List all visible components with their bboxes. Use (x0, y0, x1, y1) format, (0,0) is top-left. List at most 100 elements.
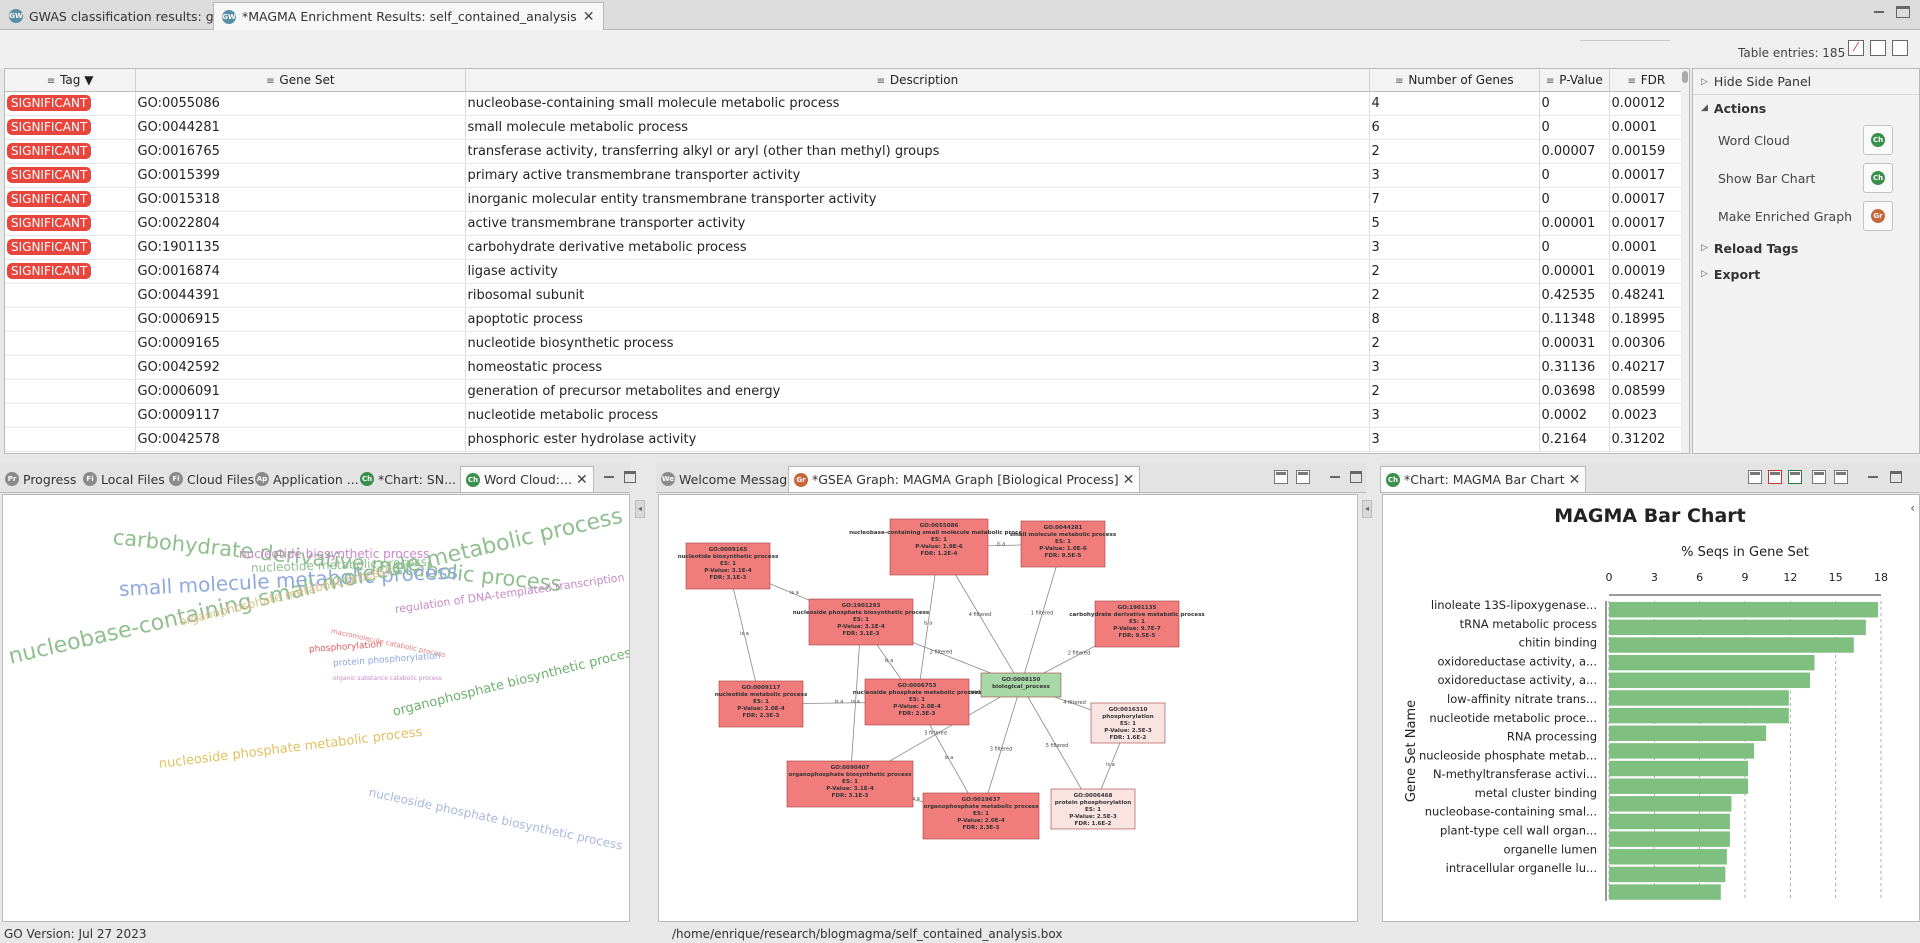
minimize-icon[interactable] (1866, 471, 1880, 483)
tab-application[interactable]: Ap Application ... (250, 466, 364, 492)
number-of-genes-cell: 2 (1369, 283, 1540, 308)
tab-word-cloud[interactable]: Ch Word Cloud:... ✕ (460, 466, 594, 492)
gene-set-cell: GO:1901135 (135, 235, 466, 260)
table-row[interactable]: SIGNIFICANT GO:0016874 ligase activity 2 0.0… (5, 259, 1684, 284)
table-row[interactable]: GO:0044391 ribosomal subunit 2 0.42535 0.482… (5, 283, 1684, 308)
table-row[interactable]: GO:0006915 apoptotic process 8 0.11348 0.189… (5, 307, 1684, 332)
table-row[interactable]: SIGNIFICANT GO:0022804 active transmembran… (5, 211, 1684, 236)
chart-icon: Ch (1386, 472, 1400, 487)
tag-cell: SIGNIFICANT (5, 259, 136, 284)
minimize-icon[interactable] (1328, 471, 1342, 483)
column-header-fdr[interactable]: ≡ FDR (1609, 69, 1684, 92)
minimize-icon[interactable] (1872, 6, 1886, 18)
table-row[interactable]: SIGNIFICANT GO:0016765 transferase activit… (5, 139, 1684, 164)
make-enriched-graph-action[interactable]: Make Enriched Graph Gr (1693, 197, 1919, 235)
export-pdf-red-icon[interactable] (1768, 470, 1782, 484)
close-icon[interactable]: ✕ (583, 9, 595, 25)
export-pdf-icon[interactable] (1748, 470, 1762, 484)
y-tick-label: metal cluster binding (1475, 786, 1597, 800)
collapse-chevron-icon[interactable]: ‹ (1910, 501, 1915, 515)
table-row[interactable]: SIGNIFICANT GO:0015318 inorganic molecular… (5, 187, 1684, 212)
table-row[interactable]: SIGNIFICANT GO:0055086 nucleobase-containi… (5, 91, 1684, 116)
hide-side-panel-toggle[interactable]: ▷ Hide Side Panel (1693, 69, 1919, 95)
save-as-icon[interactable] (1834, 470, 1848, 484)
column-header-gene-set[interactable]: ≡ Gene Set (135, 69, 466, 92)
status-badge: SIGNIFICANT (7, 118, 92, 135)
graph-edge-label: 4 filtered (969, 612, 992, 618)
graph-node[interactable]: GO:1901135carbohydrate derivative metabo… (1069, 600, 1205, 648)
tab-welcome-message[interactable]: We Welcome Message (656, 466, 800, 492)
bar (1609, 654, 1815, 671)
graph-node[interactable]: GO:0044281small molecule metabolic proce… (1010, 520, 1117, 568)
tab-chart-sn[interactable]: Ch *Chart: SN... (355, 466, 461, 492)
word-cloud-action[interactable]: Word Cloud Ch (1693, 121, 1919, 159)
minimize-icon[interactable] (602, 471, 616, 483)
number-of-genes-cell: 5 (1369, 211, 1540, 236)
export-excel-icon[interactable] (1788, 470, 1802, 484)
maximize-icon[interactable] (1350, 471, 1362, 483)
graph-node[interactable]: GO:0090407organophosphate biosynthetic p… (786, 760, 914, 808)
close-icon[interactable]: ✕ (1123, 472, 1135, 488)
table-row[interactable]: SIGNIFICANT GO:1901135 carbohydrate deriva… (5, 235, 1684, 260)
close-icon[interactable]: ✕ (576, 472, 588, 488)
maximize-icon[interactable] (1896, 6, 1910, 18)
show-bar-chart-action[interactable]: Show Bar Chart Ch (1693, 159, 1919, 197)
tab-cloud-files[interactable]: Fi Cloud Files (164, 466, 259, 492)
tab-magma-bar-chart[interactable]: Ch *Chart: MAGMA Bar Chart ✕ (1380, 466, 1587, 492)
tab-gwas-results[interactable]: GW GWAS classification results: glm2 (0, 2, 246, 30)
graph-node[interactable]: GO:1901293nucleoside phosphate biosynthe… (793, 598, 930, 646)
graph-node[interactable]: GO:0009165nucleotide biosynthetic proces… (678, 542, 779, 590)
reload-tags-section[interactable]: ▷ Reload Tags (1693, 235, 1919, 261)
table-row[interactable]: SIGNIFICANT GO:0044281 small molecule meta… (5, 115, 1684, 140)
bar (1609, 725, 1767, 741)
table-scrollbar[interactable] (1681, 69, 1689, 453)
clear-filter-icon[interactable]: ⁄ (1848, 40, 1864, 56)
bar-chart-pane: MAGMA Bar Chart % Seqs in Gene Set 0 3 6 9 12 1… (1382, 494, 1920, 922)
gsea-graph[interactable]: is a is a is a 4 filtered 1 filtered 2 filter… (659, 495, 1358, 922)
table-row[interactable]: GO:0009165 nucleotide biosynthetic proces… (5, 331, 1684, 356)
tab-local-files[interactable]: Fi Local Files (78, 466, 170, 492)
graph-edge-label: is a (835, 699, 844, 705)
table-row[interactable]: GO:0006091 generation of precursor metabo… (5, 379, 1684, 404)
export-section[interactable]: ▷ Export (1693, 261, 1919, 287)
table-row[interactable]: GO:0009117 nucleotide metabolic process 3 0… (5, 403, 1684, 428)
y-tick-label: linoleate 13S-lipoxygenase... (1431, 598, 1597, 612)
save-icon[interactable] (1274, 470, 1288, 484)
tab-progress[interactable]: Pr Progress (0, 466, 81, 492)
column-header-p-value[interactable]: ≡ P-Value (1539, 69, 1610, 92)
pane-splitter-handle[interactable]: ◂ (635, 500, 645, 518)
table-row[interactable]: SIGNIFICANT GO:0015399 primary active tran… (5, 163, 1684, 188)
tab-gsea-graph[interactable]: Gr *GSEA Graph: MAGMA Graph [Biological P… (788, 466, 1141, 492)
graph-node-text: nucleoside phosphate metabolic process (853, 690, 982, 696)
graph-node-text: ES: 1 (909, 697, 925, 703)
save-icon[interactable] (1812, 470, 1826, 484)
column-header-description[interactable]: ≡ Description (465, 69, 1370, 92)
graph-node[interactable]: GO:0016310phosphorylationES: 1P-Value: 2… (1090, 702, 1166, 744)
export-icon[interactable] (1892, 40, 1908, 56)
table-row[interactable]: GO:0042592 homeostatic process 3 0.31136 0.4… (5, 355, 1684, 380)
tab-magma-results[interactable]: GW *MAGMA Enrichment Results: self_conta… (213, 2, 604, 30)
save-icon[interactable] (1870, 40, 1886, 56)
maximize-icon[interactable] (1890, 471, 1902, 483)
y-tick-label: intracellular organelle lu... (1446, 861, 1597, 875)
maximize-icon[interactable] (624, 471, 636, 483)
bar (1609, 760, 1749, 777)
graph-node-id: GO:1901293 (842, 603, 881, 609)
tag-cell (5, 307, 136, 332)
graph-node[interactable]: GO:0006753nucleoside phosphate metabolic… (853, 678, 982, 726)
graph-node[interactable]: GO:0008150biological_process (980, 672, 1062, 698)
p-value-cell: 0.00001 (1539, 259, 1610, 284)
column-header-tag[interactable]: ≡ Tag ▼ (5, 69, 136, 92)
graph-node[interactable]: GO:0009117nucleotide metabolic processES… (715, 680, 808, 728)
number-of-genes-cell: 8 (1369, 307, 1540, 332)
table-row[interactable]: GO:0042578 phosphoric ester hydrolase act… (5, 427, 1684, 452)
description-cell: phosphoric ester hydrolase activity (465, 427, 1370, 452)
pane-splitter-handle[interactable]: ◂ (1362, 500, 1372, 518)
save-as-icon[interactable] (1296, 470, 1310, 484)
graph-node-id: GO:0016310 (1109, 707, 1148, 713)
close-icon[interactable]: ✕ (1569, 472, 1581, 488)
actions-section-header[interactable]: ◢ Actions (1693, 95, 1919, 121)
graph-node[interactable]: GO:0006468protein phosphorylationES: 1P-… (1050, 788, 1136, 830)
graph-node[interactable]: GO:0019637organophosphate metabolic proc… (922, 792, 1040, 840)
column-header-number-of-genes[interactable]: ≡ Number of Genes (1369, 69, 1540, 92)
